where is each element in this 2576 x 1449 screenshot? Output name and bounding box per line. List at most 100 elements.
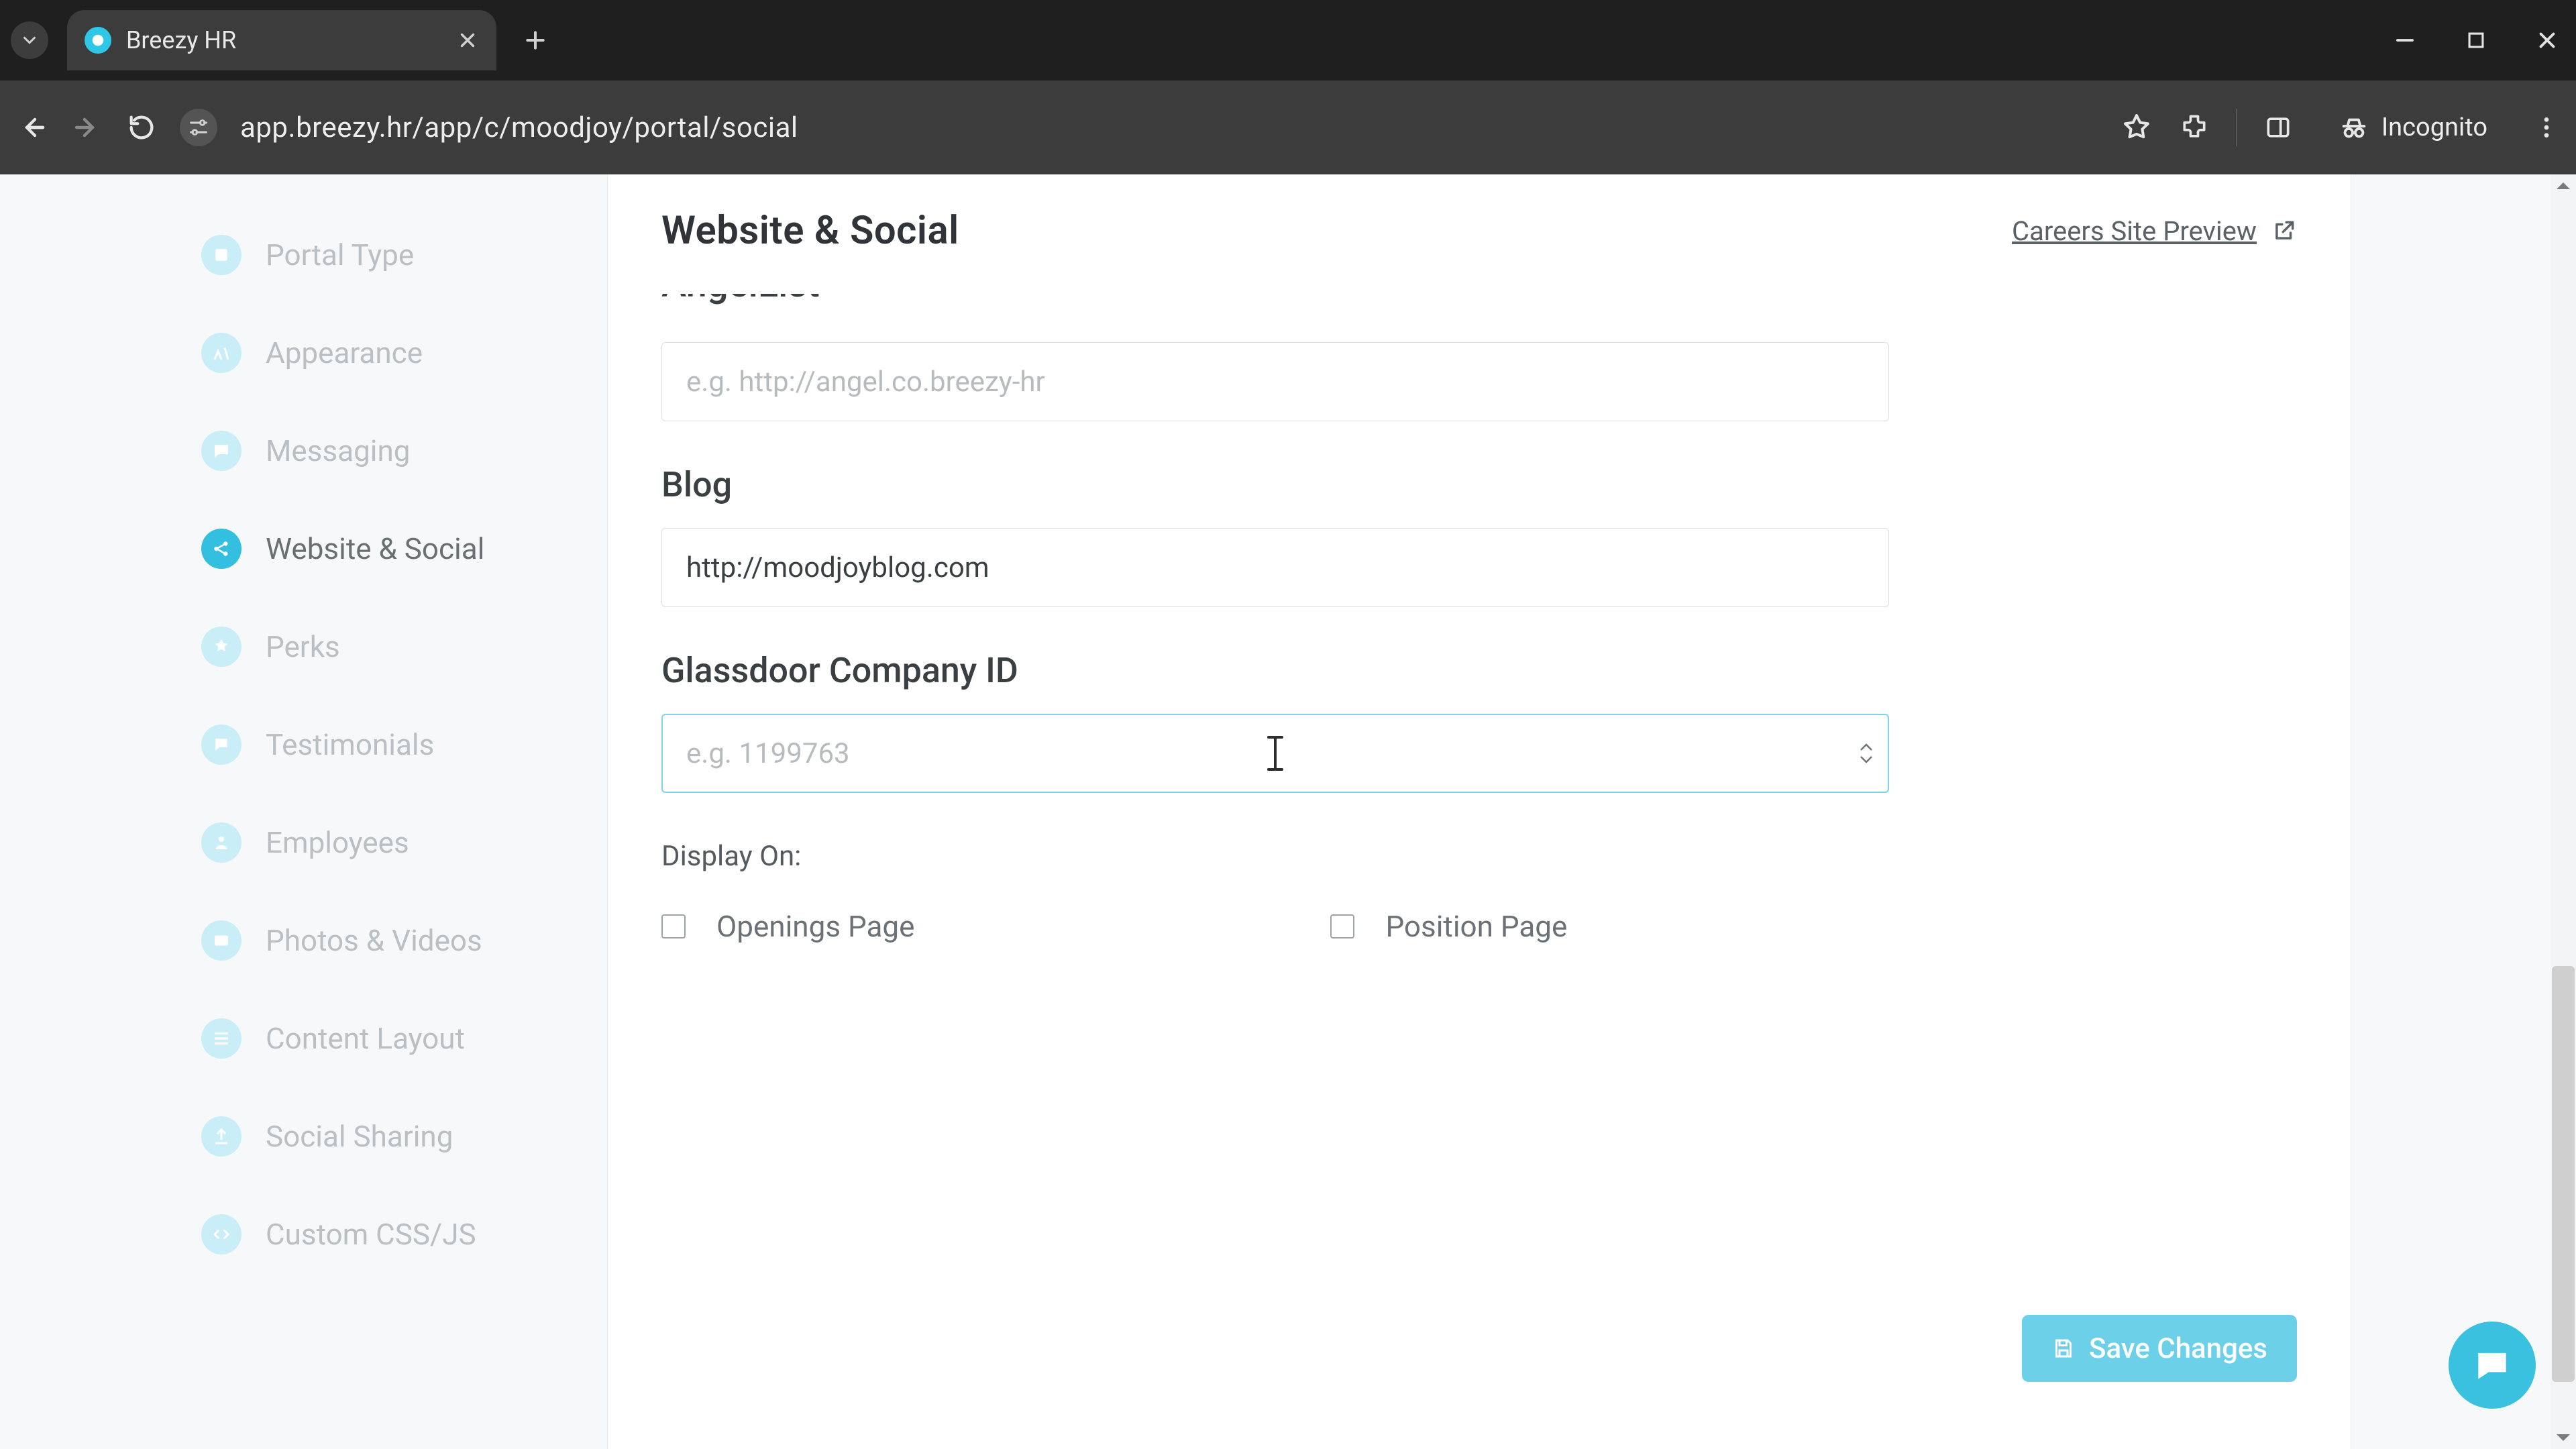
perks-icon (201, 627, 241, 667)
sidebar-item-messaging[interactable]: Messaging (201, 431, 564, 471)
scrollbar-thumb[interactable] (2552, 966, 2575, 1382)
close-icon (456, 29, 479, 52)
incognito-label: Incognito (2381, 113, 2487, 142)
display-on-section: Display On: Openings Page Position Page (661, 840, 2297, 944)
social-sharing-icon (201, 1116, 241, 1157)
position-page-checkbox-row[interactable]: Position Page (1330, 909, 1567, 944)
page-scrollbar[interactable] (2551, 174, 2576, 1449)
appearance-icon (201, 333, 241, 373)
sidebar-item-social-sharing[interactable]: Social Sharing (201, 1116, 564, 1157)
chevron-up-icon (1858, 742, 1874, 753)
window-close-button[interactable] (2534, 28, 2560, 53)
nav-reload-button[interactable] (126, 112, 157, 143)
sidebar-item-photos-videos[interactable]: Photos & Videos (201, 920, 564, 961)
blog-input[interactable] (661, 528, 1889, 607)
testimonials-icon (201, 724, 241, 765)
page-title: Website & Social (661, 208, 959, 254)
minimize-icon (2392, 28, 2418, 53)
plus-icon (522, 27, 549, 54)
sidebar-item-label: Perks (266, 629, 340, 664)
save-changes-button[interactable]: Save Changes (2022, 1315, 2297, 1382)
tab-title: Breezy HR (126, 26, 441, 54)
window-maximize-button[interactable] (2465, 29, 2487, 52)
checkbox-icon (1330, 914, 1354, 938)
tab-strip: Breezy HR (0, 0, 2576, 80)
side-panel-button[interactable] (2263, 113, 2293, 142)
new-tab-button[interactable] (522, 27, 549, 54)
preview-link-label: Careers Site Preview (2012, 215, 2257, 247)
browser-menu-button[interactable] (2533, 114, 2560, 141)
angellist-input[interactable] (661, 342, 1889, 421)
checkbox-label: Position Page (1385, 909, 1567, 944)
field-heading-glassdoor: Glassdoor Company ID (661, 650, 2297, 691)
extensions-button[interactable] (2180, 113, 2209, 142)
sidebar-item-label: Testimonials (266, 727, 434, 762)
sidebar-item-appearance[interactable]: Appearance (201, 333, 564, 373)
tab-favicon (85, 27, 111, 54)
scroll-up-icon (2553, 178, 2573, 193)
field-heading-blog: Blog (661, 464, 2297, 505)
checkbox-icon (661, 914, 686, 938)
scroll-down-icon (2553, 1430, 2573, 1445)
sidebar-item-label: Photos & Videos (266, 923, 482, 958)
sidebar-item-testimonials[interactable]: Testimonials (201, 724, 564, 765)
chat-icon (2471, 1344, 2513, 1386)
settings-sidebar: Portal Type Appearance Messaging Website… (201, 235, 564, 1254)
tab-close-button[interactable] (456, 29, 479, 52)
tune-icon (187, 116, 210, 139)
number-stepper[interactable] (1858, 742, 1874, 765)
toolbar-divider (2236, 109, 2237, 146)
glassdoor-company-id-input[interactable] (661, 714, 1889, 793)
photos-videos-icon (201, 920, 241, 961)
share-icon (201, 529, 241, 569)
sidebar-item-website-social[interactable]: Website & Social (201, 529, 564, 569)
external-link-icon (2271, 218, 2297, 244)
sidebar-item-portal-type[interactable]: Portal Type (201, 235, 564, 275)
save-icon (2051, 1336, 2076, 1360)
chevron-down-icon (19, 30, 40, 50)
sidebar-item-label: Custom CSS/JS (266, 1217, 476, 1252)
close-icon (2534, 28, 2560, 53)
window-minimize-button[interactable] (2392, 28, 2418, 53)
bookmark-button[interactable] (2121, 111, 2153, 144)
page-content: Portal Type Appearance Messaging Website… (0, 174, 2576, 1449)
card-header: Website & Social Careers Site Preview (608, 174, 2351, 254)
puzzle-icon (2180, 113, 2209, 142)
sidebar-item-label: Social Sharing (266, 1119, 453, 1154)
site-settings-button[interactable] (180, 109, 217, 146)
employees-icon (201, 822, 241, 863)
field-heading-angellist: AngelList (661, 294, 2297, 306)
chat-fab-button[interactable] (2449, 1322, 2536, 1409)
openings-page-checkbox-row[interactable]: Openings Page (661, 909, 914, 944)
nav-back-button[interactable] (16, 111, 48, 144)
incognito-indicator[interactable]: Incognito (2320, 105, 2506, 150)
sidebar-item-content-layout[interactable]: Content Layout (201, 1018, 564, 1059)
breezy-favicon-icon (91, 33, 105, 48)
reload-icon (126, 112, 157, 143)
sidebar-item-employees[interactable]: Employees (201, 822, 564, 863)
portal-type-icon (201, 235, 241, 275)
card-body: AngelList Blog Glassdoor Company ID (608, 254, 2351, 944)
checkbox-label: Openings Page (716, 909, 914, 944)
tabs-dropdown-button[interactable] (11, 21, 48, 59)
sidebar-item-label: Appearance (266, 335, 423, 370)
content-layout-icon (201, 1018, 241, 1059)
sidebar-item-perks[interactable]: Perks (201, 627, 564, 667)
window-controls (2392, 0, 2560, 80)
glassdoor-field: Glassdoor Company ID (661, 650, 2297, 793)
browser-chrome: Breezy HR (0, 0, 2576, 174)
address-bar: app.breezy.hr/app/c/moodjoy/portal/socia… (0, 80, 2576, 174)
side-panel-icon (2263, 113, 2293, 142)
arrow-right-icon (71, 111, 103, 144)
sidebar-item-custom-css-js[interactable]: Custom CSS/JS (201, 1214, 564, 1254)
careers-site-preview-link[interactable]: Careers Site Preview (2012, 215, 2297, 247)
settings-card: Website & Social Careers Site Preview An… (607, 174, 2351, 1449)
url-text[interactable]: app.breezy.hr/app/c/moodjoy/portal/socia… (240, 111, 2098, 144)
sidebar-item-label: Content Layout (266, 1021, 465, 1056)
messaging-icon (201, 431, 241, 471)
sidebar-item-label: Employees (266, 825, 409, 860)
maximize-icon (2465, 29, 2487, 52)
angellist-field (661, 342, 2297, 421)
browser-tab[interactable]: Breezy HR (67, 10, 496, 70)
nav-forward-button[interactable] (71, 111, 103, 144)
